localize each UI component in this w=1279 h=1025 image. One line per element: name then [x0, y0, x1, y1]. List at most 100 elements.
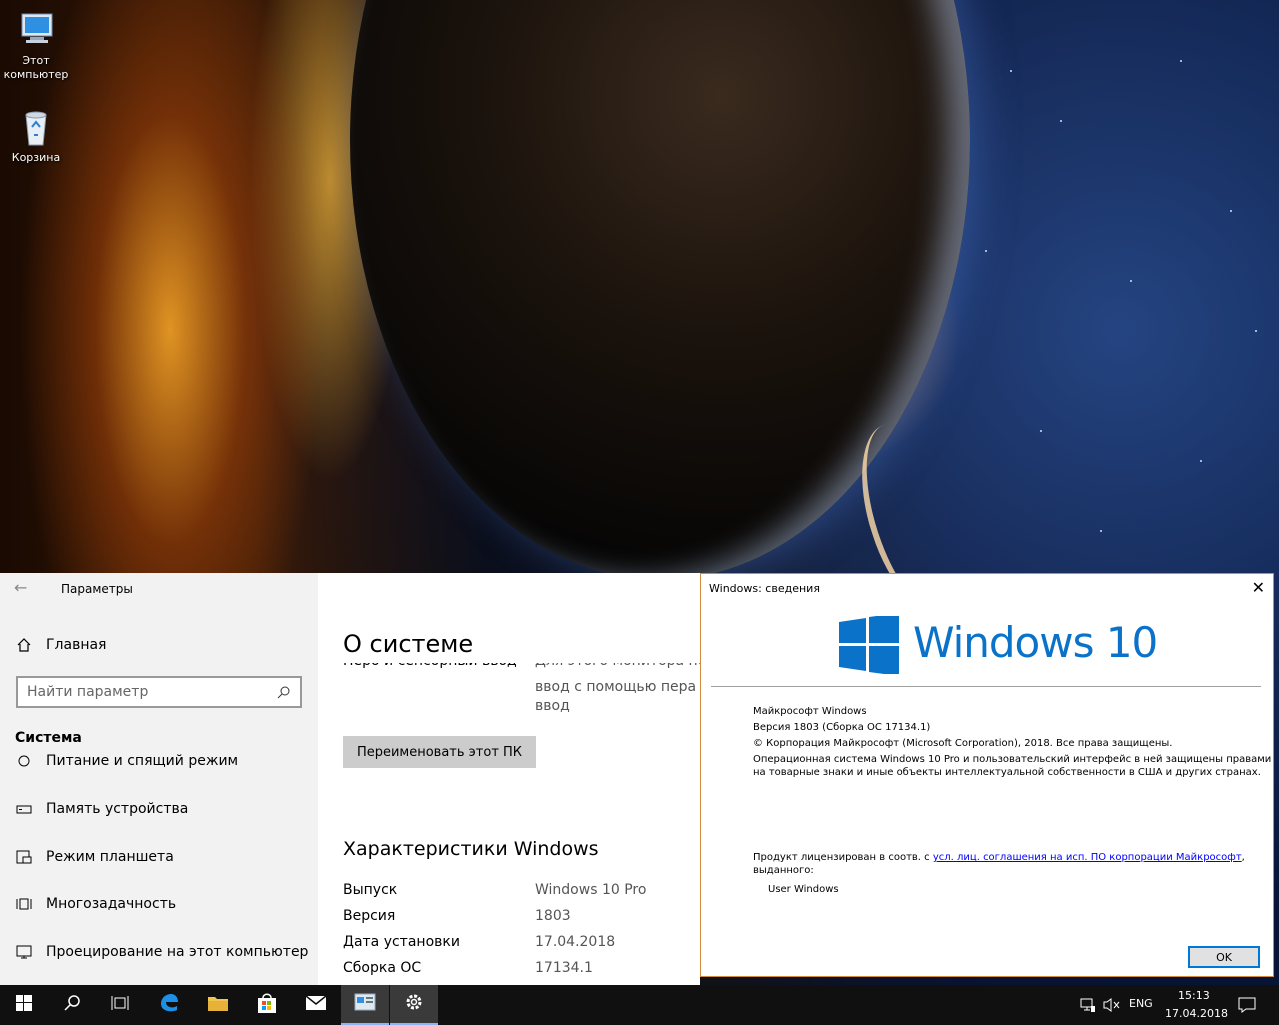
search-button[interactable] — [48, 985, 96, 1025]
licensee-name: User Windows — [768, 884, 839, 895]
computer-icon — [16, 10, 56, 50]
sidebar-item-label: Память устройства — [46, 801, 189, 817]
mail-icon — [305, 995, 327, 1015]
desktop-icon-label: Этот — [22, 54, 50, 67]
start-button[interactable] — [0, 985, 48, 1025]
dialog-titlebar: Windows: сведения ✕ — [701, 574, 1273, 604]
version-text: Версия 1803 (Сборка ОС 17134.1) — [753, 722, 931, 733]
windows-start-icon — [16, 995, 32, 1015]
taskbar-explorer[interactable] — [194, 985, 242, 1025]
window-title: Параметры — [61, 582, 133, 596]
taskbar-store[interactable] — [243, 985, 291, 1025]
pen-value: ввод — [535, 698, 570, 714]
star — [1180, 60, 1182, 62]
network-icon[interactable] — [1080, 997, 1096, 1017]
spec-value: 17.04.2018 — [535, 934, 616, 950]
rename-pc-button[interactable]: Переименовать этот ПК — [343, 736, 536, 768]
license-prefix: Продукт лицензирован в соотв. с — [753, 852, 933, 863]
desktop-icon-this-pc[interactable]: Этот компьютер — [0, 10, 72, 82]
spec-label: Выпуск — [343, 882, 398, 898]
star — [1100, 530, 1102, 532]
title-divider — [318, 661, 700, 663]
projecting-icon — [15, 943, 33, 961]
taskbar-edge[interactable] — [145, 985, 193, 1025]
power-icon — [15, 751, 33, 769]
sidebar-item-label: Режим планшета — [46, 849, 174, 865]
star — [985, 250, 987, 252]
sidebar-item-tablet[interactable]: Режим планшета — [15, 845, 174, 869]
windows-logo-icon — [839, 613, 899, 678]
tablet-icon — [15, 848, 33, 866]
star — [1230, 210, 1232, 212]
star — [1060, 120, 1062, 122]
edge-browser-icon — [158, 992, 180, 1018]
star — [1130, 280, 1132, 282]
license-suffix: , — [1241, 852, 1245, 863]
sidebar-item-label: Проецирование на этот компьютер — [46, 944, 309, 960]
sidebar-item-storage[interactable]: Память устройства — [15, 797, 188, 821]
desktop-icon-recycle-bin[interactable]: Корзина — [0, 107, 72, 165]
spec-label: Сборка ОС — [343, 960, 422, 976]
dialog-separator — [711, 686, 1261, 687]
storage-icon — [15, 800, 33, 818]
back-arrow-icon[interactable]: ← — [14, 578, 27, 597]
action-center-icon[interactable] — [1238, 996, 1256, 1018]
sidebar-item-label: Питание и спящий режим — [46, 753, 239, 769]
spec-label: Дата установки — [343, 934, 460, 950]
desktop-icon-label: Корзина — [11, 151, 61, 164]
clock-date[interactable]: 17.04.2018 — [1165, 1007, 1228, 1020]
section-heading: Система — [15, 726, 82, 750]
star — [1200, 460, 1202, 462]
recycle-bin-icon — [16, 107, 56, 147]
ok-button[interactable]: OK — [1188, 946, 1260, 968]
search-input[interactable]: Найти параметр — [16, 676, 302, 708]
license-terms-link[interactable]: усл. лиц. соглашения на исп. ПО корпорац… — [933, 852, 1242, 863]
about-windows-dialog: Windows: сведения ✕ Windows 10 Майкрософ… — [700, 573, 1274, 977]
taskbar-mail[interactable] — [292, 985, 340, 1025]
desktop-icon-label: компьютер — [3, 68, 69, 81]
settings-window: ← Параметры Главная Найти параметр Систе… — [0, 573, 700, 985]
system-info-icon — [354, 993, 376, 1015]
search-icon — [63, 994, 81, 1016]
copyright-text: © Корпорация Майкрософт (Microsoft Corpo… — [753, 738, 1173, 749]
clock-time[interactable]: 15:13 — [1178, 989, 1210, 1002]
sidebar-item-label: Главная — [46, 637, 107, 653]
spec-label: Версия — [343, 908, 396, 924]
task-view-button[interactable] — [96, 985, 144, 1025]
task-view-icon — [111, 995, 129, 1015]
pen-value: ввод с помощью пера и — [535, 679, 700, 695]
volume-muted-icon[interactable] — [1103, 997, 1121, 1017]
taskbar-winver[interactable] — [341, 985, 389, 1025]
section-label: Система — [15, 730, 82, 746]
windows-10-wordmark: Windows 10 — [913, 618, 1158, 667]
spec-heading: Характеристики Windows — [343, 838, 599, 860]
sidebar-item-home[interactable]: Главная — [15, 633, 106, 657]
gear-icon — [404, 992, 424, 1016]
star — [1040, 430, 1042, 432]
sidebar-item-multitasking[interactable]: Многозадачность — [15, 892, 176, 916]
store-icon — [256, 992, 278, 1018]
search-icon — [277, 685, 291, 703]
sidebar-item-projecting[interactable]: Проецирование на этот компьютер — [15, 940, 308, 964]
dialog-body: Windows 10 Майкрософт Windows Версия 180… — [701, 604, 1273, 976]
taskbar-settings[interactable] — [390, 985, 438, 1025]
spec-value: 17134.1 — [535, 960, 593, 976]
star — [1255, 330, 1257, 332]
spec-value: 1803 — [535, 908, 571, 924]
description-text: на товарные знаки и иные объекты интелле… — [753, 767, 1261, 778]
dialog-title: Windows: сведения — [709, 582, 820, 595]
spec-value: Windows 10 Pro — [535, 882, 647, 898]
settings-content: О системе Перо и сенсорный ввод Для этог… — [318, 573, 700, 985]
sidebar-item-label: Многозадачность — [46, 896, 177, 912]
settings-sidebar: ← Параметры Главная Найти параметр Систе… — [0, 573, 318, 985]
sidebar-item-power[interactable]: Питание и спящий режим — [15, 749, 238, 769]
taskbar: ENG 15:13 17.04.2018 — [0, 985, 1279, 1025]
pen-row-clip: Перо и сенсорный ввод Для этого монитора… — [318, 661, 700, 721]
search-placeholder: Найти параметр — [27, 684, 149, 700]
multitasking-icon — [15, 895, 33, 913]
input-language-indicator[interactable]: ENG — [1129, 997, 1153, 1010]
close-icon[interactable]: ✕ — [1252, 578, 1265, 597]
license-text: выданного: — [753, 865, 814, 876]
page-title: О системе — [343, 630, 474, 658]
license-text: Продукт лицензирован в соотв. с усл. лиц… — [753, 851, 1245, 864]
